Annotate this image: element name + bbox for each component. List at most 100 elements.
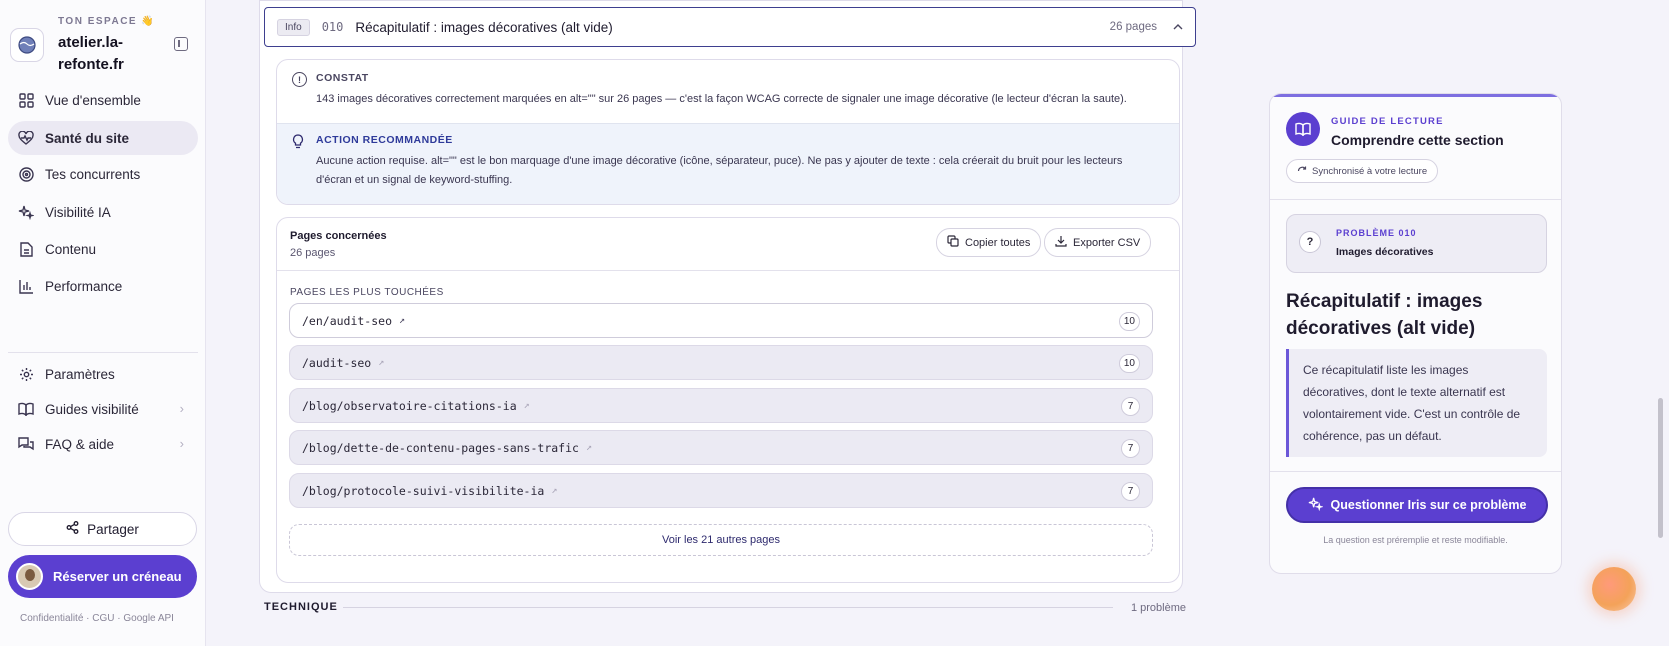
- download-icon: [1055, 235, 1067, 250]
- page-row[interactable]: /blog/observatoire-citations-ia ↗ 7: [289, 388, 1153, 423]
- sidebar: TON ESPACE 👋 atelier.la-refonte.fr Vue d…: [0, 0, 206, 646]
- ask-note: La question est préremplie et reste modi…: [1323, 535, 1508, 545]
- guide-explanation: Ce récapitulatif liste les images décora…: [1286, 349, 1547, 457]
- page-path: /blog/dette-de-contenu-pages-sans-trafic: [302, 440, 579, 455]
- issue-code: 010: [321, 20, 344, 34]
- chevron-up-icon[interactable]: [1173, 19, 1183, 33]
- nav-label: Paramètres: [45, 366, 115, 382]
- external-link-icon[interactable]: ↗: [378, 357, 384, 368]
- action-text-line2: d'écran et un signal de keyword-stuffing…: [316, 174, 513, 186]
- constat-label: CONSTAT: [316, 72, 369, 84]
- affected-pages-count: 26 pages: [290, 247, 336, 259]
- guide-heading: Récapitulatif : images décoratives (alt …: [1286, 291, 1483, 339]
- top-pages-label: PAGES LES PLUS TOUCHÉES: [290, 287, 444, 298]
- share-label: Partager: [87, 521, 139, 537]
- section-label: TECHNIQUE: [264, 601, 338, 613]
- page-row[interactable]: /blog/dette-de-contenu-pages-sans-trafic…: [289, 430, 1153, 465]
- reading-guide-panel: GUIDE DE LECTURE Comprendre cette sectio…: [1269, 93, 1562, 574]
- share-button[interactable]: Partager: [8, 512, 197, 546]
- constat-text: 143 images décoratives correctement marq…: [316, 93, 1127, 105]
- action-text-line1: Aucune action requise. alt="" est le bon…: [316, 155, 1123, 167]
- external-link-icon[interactable]: ↗: [586, 442, 592, 453]
- constat-box: ! CONSTAT 143 images décoratives correct…: [276, 59, 1180, 205]
- export-csv-button[interactable]: Exporter CSV: [1044, 228, 1152, 257]
- sparkles-icon: [1308, 496, 1324, 514]
- occurrence-count: 10: [1118, 312, 1140, 331]
- nav-faq[interactable]: FAQ & aide ›: [8, 427, 198, 461]
- panel-accent-bar: [1270, 94, 1561, 97]
- sparkles-icon: [18, 204, 34, 220]
- section-divider: [343, 607, 1113, 608]
- workspace-name[interactable]: atelier.la-refonte.fr: [58, 32, 158, 76]
- divider: [1270, 199, 1561, 200]
- nav-visibility-guides[interactable]: Guides visibilité ›: [8, 392, 198, 426]
- share-icon: [66, 521, 79, 537]
- problem-kicker: PROBLÈME 010: [1336, 228, 1417, 238]
- severity-badge: Info: [277, 18, 310, 36]
- gear-icon: [18, 366, 34, 382]
- page-path: /en/audit-seo: [302, 313, 393, 328]
- page-path: /blog/protocole-suivi-visibilite-ia: [302, 483, 545, 498]
- target-icon: [18, 166, 34, 182]
- copy-all-label: Copier toutes: [965, 236, 1031, 249]
- chevron-right-icon: ›: [179, 401, 184, 416]
- action-box: ACTION RECOMMANDÉE Aucune action requise…: [277, 123, 1179, 204]
- external-link-icon[interactable]: ↗: [551, 485, 557, 496]
- ask-iris-label: Questionner Iris sur ce problème: [1330, 498, 1527, 512]
- workspace-logo-icon[interactable]: [10, 28, 44, 62]
- chevron-right-icon: ›: [179, 436, 184, 451]
- question-icon: ?: [1299, 231, 1321, 253]
- document-icon: [18, 241, 34, 257]
- book-slot-button[interactable]: Réserver un créneau: [8, 555, 197, 598]
- sidebar-divider: [8, 352, 198, 353]
- action-label: ACTION RECOMMANDÉE: [316, 134, 453, 146]
- nav-settings[interactable]: Paramètres: [8, 357, 198, 391]
- scrollbar-thumb[interactable]: [1658, 398, 1663, 538]
- external-link-icon[interactable]: ↗: [524, 400, 530, 411]
- nav-label: Tes concurrents: [45, 166, 141, 182]
- occurrence-count: 7: [1121, 482, 1140, 501]
- nav-competitors[interactable]: Tes concurrents: [8, 157, 198, 191]
- nav-site-health[interactable]: Santé du site: [8, 121, 198, 155]
- sync-icon: [1297, 165, 1307, 178]
- avatar: [16, 563, 43, 590]
- issue-header[interactable]: Info 010 Récapitulatif : images décorati…: [264, 7, 1196, 47]
- external-link-icon[interactable]: ↗: [399, 315, 405, 326]
- page-row[interactable]: /en/audit-seo ↗ 10: [289, 303, 1153, 338]
- copy-icon: [947, 235, 959, 250]
- nav-overview[interactable]: Vue d'ensemble: [8, 83, 198, 117]
- nav-label: FAQ & aide: [45, 436, 115, 452]
- show-more-pages-button[interactable]: Voir les 21 autres pages: [289, 524, 1153, 556]
- page-path: /blog/observatoire-citations-ia: [302, 398, 517, 413]
- assistant-orb-icon[interactable]: [1592, 567, 1636, 611]
- nav-label: Performance: [45, 278, 123, 294]
- lightbulb-icon: [292, 134, 304, 153]
- guide-kicker: GUIDE DE LECTURE: [1331, 116, 1444, 127]
- book-icon: [18, 401, 34, 417]
- page-row[interactable]: /blog/protocole-suivi-visibilite-ia ↗ 7: [289, 473, 1153, 508]
- book-open-icon: [1286, 112, 1320, 146]
- affected-pages-title: Pages concernées: [290, 230, 387, 242]
- ask-iris-button[interactable]: Questionner Iris sur ce problème: [1286, 487, 1548, 523]
- footer-links[interactable]: Confidentialité · CGU · Google API: [20, 613, 174, 624]
- nav-content[interactable]: Contenu: [8, 232, 198, 266]
- divider: [1270, 471, 1561, 472]
- sync-label: Synchronisé à votre lecture: [1312, 165, 1428, 177]
- occurrence-count: 10: [1118, 354, 1140, 373]
- nav-label: Vue d'ensemble: [45, 92, 141, 108]
- export-csv-label: Exporter CSV: [1073, 236, 1141, 249]
- sync-badge[interactable]: Synchronisé à votre lecture: [1286, 159, 1439, 183]
- problem-card: ? PROBLÈME 010 Images décoratives: [1286, 214, 1547, 273]
- page-row[interactable]: /audit-seo ↗ 10: [289, 345, 1153, 380]
- chat-icon: [18, 436, 34, 452]
- nav-label: Visibilité IA: [45, 204, 111, 220]
- book-slot-label: Réserver un créneau: [53, 569, 182, 584]
- guide-title: Comprendre cette section: [1331, 132, 1504, 148]
- copy-all-button[interactable]: Copier toutes: [936, 228, 1042, 257]
- nav-label: Contenu: [45, 241, 97, 257]
- occurrence-count: 7: [1121, 397, 1140, 416]
- collapse-sidebar-icon[interactable]: [174, 37, 188, 51]
- nav-ai-visibility[interactable]: Visibilité IA: [8, 195, 198, 229]
- page-path: /audit-seo: [302, 355, 372, 370]
- nav-performance[interactable]: Performance: [8, 269, 198, 303]
